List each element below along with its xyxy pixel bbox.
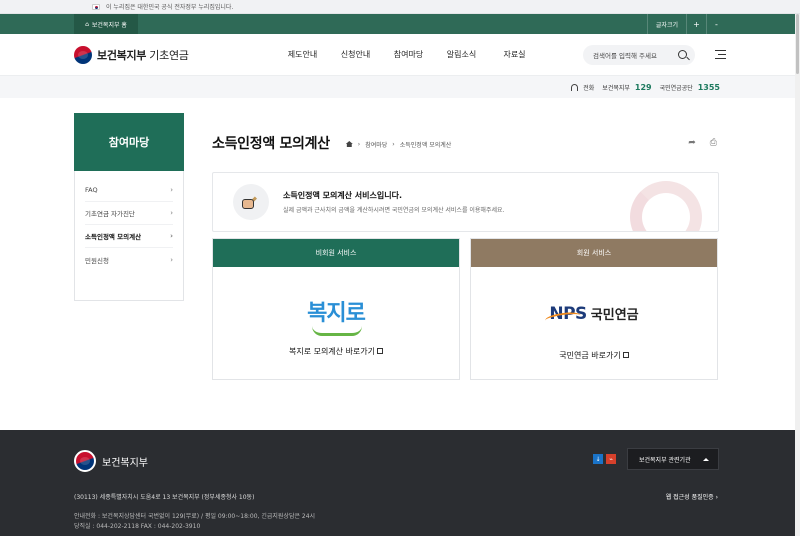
chevron-right-icon: ›	[170, 186, 173, 194]
nav-item-system[interactable]: 제도안내	[276, 49, 329, 60]
main-area: 참여마당 FAQ › 기초연금 자가진단 › 소득인정액 모의계산 › 민원신청 › 소…	[0, 98, 800, 432]
contact-mohw-number: 129	[634, 82, 652, 92]
nps-logo-ko: 국민연금	[590, 308, 639, 323]
hwp-file-icon[interactable]: ↓	[593, 454, 603, 464]
card-header: 비회원 서비스	[213, 239, 459, 267]
menu-icon[interactable]	[715, 50, 726, 59]
page-title: 소득인정액 모의계산	[212, 136, 330, 152]
ministry-home-label: 보건복지부 홈	[91, 21, 127, 29]
sidebar-item-self-check[interactable]: 기초연금 자가진단 ›	[85, 202, 173, 225]
main-nav: 제도안내 신청안내 참여마당 알림소식 자료실	[276, 49, 541, 60]
gov-banner: 이 누리집은 대한민국 공식 전자정부 누리집입니다.	[0, 0, 800, 14]
breadcrumb-current: 소득인정액 모의계산	[399, 141, 452, 149]
contact-label: 전화	[583, 84, 595, 92]
font-increase-button[interactable]: +	[686, 14, 706, 34]
logo-ministry-text: 보건복지부	[97, 48, 147, 62]
ministry-home-link[interactable]: ⌂ 보건복지부 홈	[74, 14, 138, 34]
contact-mohw-name: 보건복지부	[602, 84, 630, 92]
logo-service-text: 기초연금	[146, 48, 189, 62]
nav-item-news[interactable]: 알림소식	[435, 49, 488, 60]
sidebar-item-faq[interactable]: FAQ ›	[85, 179, 173, 202]
web-accessibility-link[interactable]: 웹 접근성 품질인증 ›	[666, 492, 718, 501]
sidebar: 참여마당 FAQ › 기초연금 자가진단 › 소득인정액 모의계산 › 민원신청 ›	[74, 113, 184, 301]
intro-title: 소득인정액 모의계산 서비스입니다.	[283, 191, 403, 200]
contact-nps-name: 국민연금공단	[659, 84, 693, 92]
card-link-label: 복지로 모의계산 바로가기	[288, 346, 376, 356]
sidebar-title: 참여마당	[74, 113, 184, 171]
footer-info-line: 당직실 : 044-202-2118 FAX : 044-202-3910	[74, 523, 201, 530]
font-size-label: 글자크기	[646, 14, 686, 34]
footer-info-line: 안내전화 : 보건복지상담센터 국번없이 129(무료) / 평일 09:00~…	[74, 513, 316, 520]
content: 소득인정액 모의계산 › 참여마당 › 소득인정액 모의계산 ➦ ⎙ 소득인정액…	[212, 128, 719, 380]
sidebar-item-label: 소득인정액 모의계산	[85, 233, 142, 241]
nav-item-library[interactable]: 자료실	[488, 49, 541, 60]
breadcrumb-separator: ›	[392, 140, 395, 148]
chevron-right-icon: ›	[170, 209, 173, 217]
card-link-label: 국민연금 바로가기	[559, 350, 621, 360]
korea-flag-icon	[92, 3, 100, 10]
breadcrumb-separator: ›	[357, 140, 361, 148]
related-sites-select[interactable]: 보건복지부 관련기관	[627, 448, 719, 470]
sidebar-menu: FAQ › 기초연금 자가진단 › 소득인정액 모의계산 › 민원신청 ›	[74, 171, 184, 301]
pdf-file-icon[interactable]: ⌁	[606, 454, 616, 464]
sidebar-item-label: 기초연금 자가진단	[85, 210, 135, 218]
breadcrumb-item[interactable]: 참여마당	[365, 140, 387, 149]
web-accessibility-label: 웹 접근성 품질인증	[665, 494, 714, 501]
search-placeholder: 검색어를 입력해 주세요	[593, 51, 657, 60]
nav-item-participation[interactable]: 참여마당	[382, 49, 435, 60]
home-icon[interactable]	[345, 141, 353, 147]
nav-item-apply[interactable]: 신청안내	[329, 49, 382, 60]
guest-service-card[interactable]: 비회원 서비스 복지로 복지로 모의계산 바로가기	[212, 238, 460, 380]
chevron-right-icon: ›	[715, 494, 718, 501]
sidebar-item-label: 민원신청	[85, 256, 109, 265]
site-footer: 보건복지부 ↓ ⌁ 보건복지부 관련기관 (30113) 세종특별자치시 도움4…	[0, 430, 800, 536]
related-sites-label: 보건복지부 관련기관	[639, 456, 691, 464]
share-icon[interactable]: ➦	[688, 138, 696, 148]
nps-logo: NPS 국민연금	[544, 286, 639, 342]
footer-info: 안내전화 : 보건복지상담센터 국번없이 129(무료) / 평일 09:00~…	[74, 512, 315, 532]
site-logo[interactable]: 보건복지부 기초연금	[74, 45, 224, 64]
external-link-icon	[622, 352, 629, 358]
scrollbar[interactable]	[795, 14, 800, 536]
card-header: 회원 서비스	[471, 239, 717, 267]
member-service-card[interactable]: 회원 서비스 NPS 국민연금 국민연금 바로가기	[470, 238, 718, 380]
print-icon[interactable]: ⎙	[710, 138, 717, 148]
contact-bar: 전화 보건복지부 129 국민연금공단 1355	[0, 76, 800, 98]
intro-box: 소득인정액 모의계산 서비스입니다. 실제 금액과 근사치의 금액을 계산하시려…	[212, 172, 719, 232]
sidebar-item-petition[interactable]: 민원신청 ›	[85, 248, 173, 271]
taegeuk-emblem-icon	[74, 45, 92, 64]
site-header: 보건복지부 기초연금 제도안내 신청안내 참여마당 알림소식 자료실 검색어를 …	[0, 34, 800, 76]
scrollbar-thumb[interactable]	[796, 14, 799, 74]
sidebar-item-calculator[interactable]: 소득인정액 모의계산 ›	[85, 225, 173, 248]
nps-link[interactable]: 국민연금 바로가기	[559, 350, 629, 361]
external-link-icon	[377, 348, 384, 354]
footer-logo: 보건복지부	[74, 450, 148, 472]
breadcrumb: › 참여마당 › 소득인정액 모의계산	[345, 140, 452, 149]
chevron-right-icon: ›	[170, 232, 173, 240]
bokjiro-logo: 복지로	[302, 290, 370, 338]
bokjiro-link[interactable]: 복지로 모의계산 바로가기	[288, 346, 384, 357]
home-icon: ⌂	[85, 20, 89, 28]
headset-icon	[571, 83, 579, 91]
footer-org-name: 보건복지부	[102, 457, 148, 469]
top-utility-bar: ⌂ 보건복지부 홈 글자크기 + -	[0, 14, 800, 34]
taegeuk-emblem-icon	[74, 450, 96, 472]
chevron-up-icon	[703, 458, 709, 461]
search-input[interactable]: 검색어를 입력해 주세요	[583, 44, 695, 65]
chevron-right-icon: ›	[170, 255, 173, 264]
emblem-watermark	[630, 181, 702, 231]
sidebar-item-label: FAQ	[85, 186, 98, 194]
contact-nps-number: 1355	[697, 82, 720, 92]
search-icon[interactable]	[678, 49, 687, 59]
footer-address: (30113) 세종특별자치시 도움4로 13 보건복지부 (정부세종청사 10…	[74, 494, 255, 501]
gov-banner-text: 이 누리집은 대한민국 공식 전자정부 누리집입니다.	[106, 4, 234, 11]
intro-description: 실제 금액과 근사치의 금액을 계산하시려면 국민연금의 모의계산 서비스를 이…	[283, 207, 505, 214]
calculator-hand-icon	[233, 184, 269, 220]
font-decrease-button[interactable]: -	[706, 14, 726, 34]
